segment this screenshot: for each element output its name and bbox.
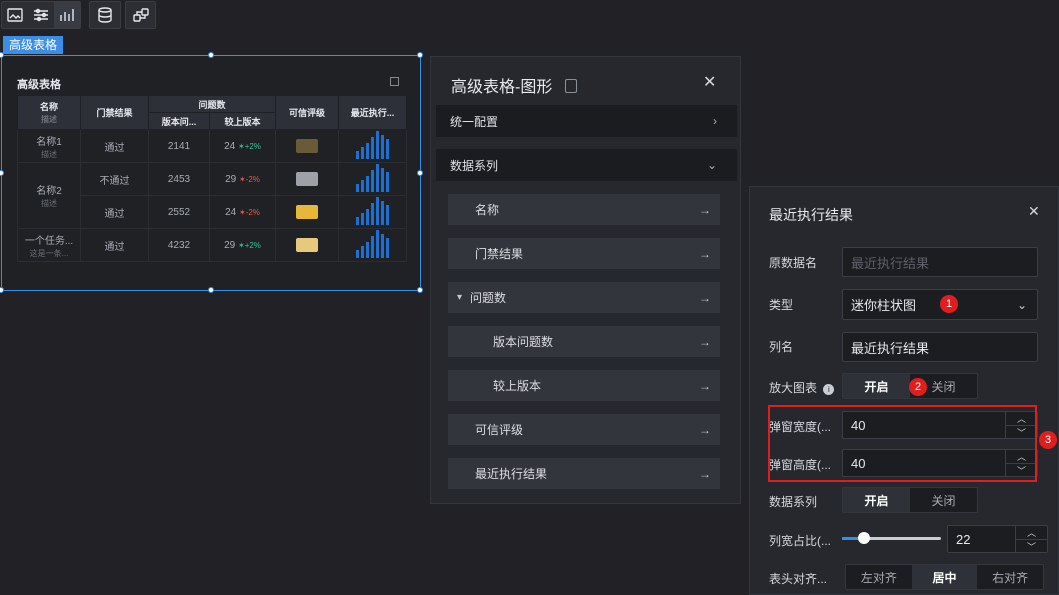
align-right-option[interactable]: 右对齐 xyxy=(977,565,1043,589)
rating-badge-icon xyxy=(296,139,319,153)
trend-down-icon: ✶ xyxy=(238,207,246,217)
data-series-toggle[interactable]: 开启 关闭 xyxy=(842,487,978,513)
series-on-option[interactable]: 开启 xyxy=(843,488,910,512)
arrow-right-icon: → xyxy=(699,422,711,437)
trend-up-icon: ✶ xyxy=(237,141,245,151)
series-item-issues[interactable]: ▾ 问题数 → xyxy=(448,282,720,313)
column-width-label: 列宽占比(... xyxy=(769,534,831,548)
chevron-down-icon: ⌄ xyxy=(1016,297,1027,312)
column-config-panel: 最近执行结果 ✕ 原数据名 最近执行结果 类型 迷你柱状图 ⌄ 列名 最近执行结… xyxy=(749,186,1059,595)
chevron-down-icon: ⌄ xyxy=(706,158,717,172)
database-icon xyxy=(98,7,112,23)
header-align-label: 表头对齐... xyxy=(769,572,828,586)
resize-handle[interactable] xyxy=(417,287,423,293)
resize-handle[interactable] xyxy=(417,52,423,58)
series-section-row[interactable]: 数据系列 ⌄ xyxy=(436,149,737,181)
series-item-name[interactable]: 名称 → xyxy=(448,194,720,225)
increment-icon: ︿ xyxy=(1026,528,1036,538)
type-label: 类型 xyxy=(769,298,794,312)
chart-config-panel: 高级表格-图形 ✕ 统一配置 › 数据系列 ⌄ 名称 → 门禁结果 → ▾ 问题数 →… xyxy=(430,56,741,504)
slider-thumb[interactable] xyxy=(858,532,870,544)
info-icon[interactable]: i xyxy=(823,384,835,395)
interaction-button[interactable] xyxy=(125,1,156,29)
header-recent: 最近执行... xyxy=(338,95,408,130)
align-center-option[interactable]: 居中 xyxy=(911,565,978,589)
panel-title: 最近执行结果 xyxy=(769,207,853,223)
column-width-stepper[interactable]: ︿ ﹀ xyxy=(1015,526,1047,552)
resize-handle[interactable] xyxy=(208,287,214,293)
trend-down-icon: ✶ xyxy=(238,174,246,184)
column-width-input[interactable]: 22 ︿ ﹀ xyxy=(947,525,1048,553)
table-row: 一个任务... 这是一条... 通过 4232 29 ✶+2% xyxy=(17,228,408,262)
close-icon[interactable]: ✕ xyxy=(703,72,716,92)
rating-badge-icon xyxy=(296,205,319,219)
arrow-right-icon: → xyxy=(699,290,711,305)
header-issues-version: 版本问... xyxy=(148,112,210,130)
rating-badge-icon xyxy=(296,238,319,252)
source-name-field: 最近执行结果 xyxy=(842,247,1038,277)
header-rating: 可信评级 xyxy=(275,95,340,130)
arrow-right-icon: → xyxy=(699,334,711,349)
series-item-issues-prev[interactable]: 较上版本 → xyxy=(448,370,720,401)
mini-bar-chart[interactable] xyxy=(356,163,390,192)
series-item-access[interactable]: 门禁结果 → xyxy=(448,238,720,269)
arrow-right-icon: → xyxy=(699,246,711,261)
settings-sliders-icon[interactable] xyxy=(28,2,54,28)
link-icon xyxy=(132,8,149,22)
annotation-marker-1: 1 xyxy=(940,295,958,313)
arrow-right-icon: → xyxy=(699,202,711,217)
toolbar-group xyxy=(1,1,81,29)
doc-icon[interactable] xyxy=(564,79,577,93)
mini-bar-chart[interactable] xyxy=(356,130,390,159)
resize-handle[interactable] xyxy=(0,170,4,176)
header-align-toggle[interactable]: 左对齐 居中 右对齐 xyxy=(845,564,1044,590)
annotation-marker-2: 2 xyxy=(909,378,927,396)
table-row: 名称2 描述 不通过 2453 29 ✶-2% xyxy=(17,162,408,229)
bar-chart-icon[interactable] xyxy=(54,2,80,28)
resize-handle[interactable] xyxy=(0,287,4,293)
mini-bar-chart[interactable] xyxy=(356,229,390,258)
database-button[interactable] xyxy=(89,1,121,29)
unified-config-row[interactable]: 统一配置 › xyxy=(436,105,737,137)
caret-down-icon[interactable]: ▾ xyxy=(457,292,462,303)
column-name-input[interactable]: 最近执行结果 xyxy=(842,332,1038,362)
chevron-right-icon: › xyxy=(713,114,717,128)
decrement-icon: ﹀ xyxy=(1016,539,1047,553)
series-off-option[interactable]: 关闭 xyxy=(910,488,977,512)
component-tag: 高级表格 xyxy=(3,36,64,54)
series-item-issues-version[interactable]: 版本问题数 → xyxy=(448,326,720,357)
series-item-recent[interactable]: 最近执行结果 → xyxy=(448,458,720,489)
arrow-right-icon: → xyxy=(699,466,711,481)
export-icon[interactable] xyxy=(390,77,399,86)
highlight-box xyxy=(768,405,1037,482)
arrow-right-icon: → xyxy=(699,378,711,393)
header-issues-prev: 较上版本 xyxy=(208,112,277,130)
panel-title: 高级表格-图形 xyxy=(451,73,577,97)
series-item-rating[interactable]: 可信评级 → xyxy=(448,414,720,445)
header-access: 门禁结果 xyxy=(80,95,149,130)
table-row: 名称1 描述 通过 2141 24 ✶+2% xyxy=(17,129,408,163)
annotation-marker-3: 3 xyxy=(1039,431,1057,449)
data-series-label: 数据系列 xyxy=(769,495,818,509)
advanced-table-component[interactable]: 高级表格 名称 描述 门禁结果 问题数 可信评级 最近执行... 版本问... 较… xyxy=(0,52,423,293)
align-left-option[interactable]: 左对齐 xyxy=(846,565,912,589)
mini-bar-chart[interactable] xyxy=(356,196,390,225)
rating-badge-icon xyxy=(296,172,319,186)
resize-handle[interactable] xyxy=(0,52,4,58)
column-name-label: 列名 xyxy=(769,340,794,354)
source-name-label: 原数据名 xyxy=(769,256,818,270)
zoom-chart-label: 放大图表 i xyxy=(769,379,835,396)
header-issues: 问题数 xyxy=(147,95,277,113)
zoom-on-option[interactable]: 开启 xyxy=(843,374,910,398)
close-icon[interactable]: ✕ xyxy=(1028,203,1040,220)
resize-handle[interactable] xyxy=(208,52,214,58)
component-title: 高级表格 xyxy=(17,79,61,91)
trend-up-icon: ✶ xyxy=(237,240,245,250)
image-icon[interactable] xyxy=(2,2,28,28)
resize-handle[interactable] xyxy=(417,170,423,176)
header-name: 名称 描述 xyxy=(17,95,81,130)
advanced-table: 名称 描述 门禁结果 问题数 可信评级 最近执行... 版本问... 较上版本 名… xyxy=(17,95,408,262)
column-width-slider[interactable] xyxy=(842,532,941,544)
